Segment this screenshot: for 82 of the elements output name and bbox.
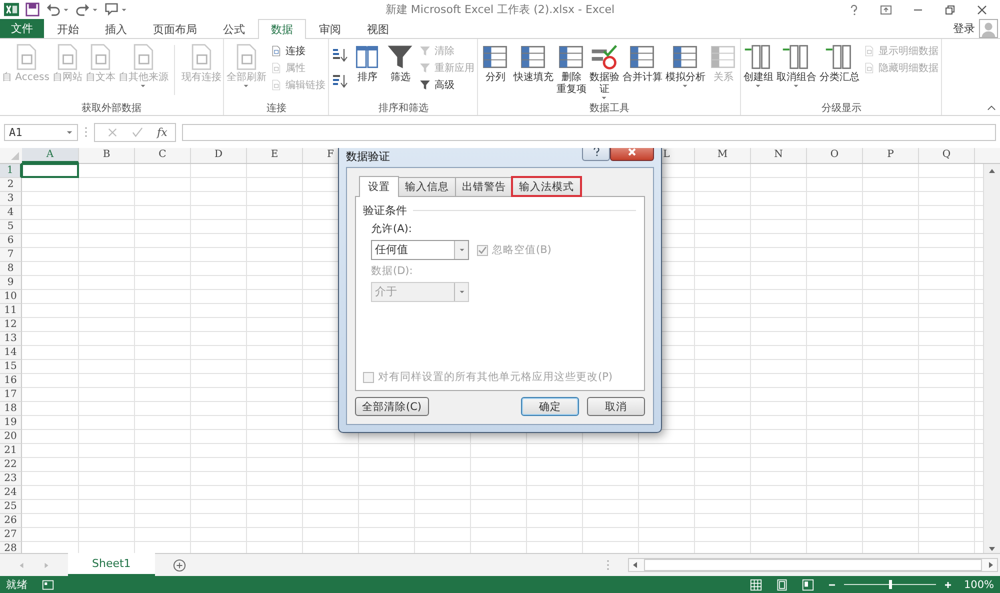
group-label: 连接 <box>265 102 288 115</box>
row-header[interactable]: 1 <box>0 164 22 178</box>
row-header[interactable]: 5 <box>0 220 22 234</box>
row-header[interactable]: 6 <box>0 234 22 248</box>
row-header[interactable]: 15 <box>0 360 22 374</box>
row-header[interactable]: 26 <box>0 514 22 528</box>
row-header[interactable]: 11 <box>0 304 22 318</box>
ribbon-tab[interactable]: 公式 <box>210 19 258 39</box>
ribbon-button[interactable]: 高级 <box>419 77 474 92</box>
group-label: 获取外部数据 <box>80 102 143 115</box>
allow-dropdown[interactable]: 任何值 <box>371 240 469 260</box>
row-header[interactable]: 4 <box>0 206 22 220</box>
ribbon-button[interactable]: 删除 重复项 <box>555 41 588 97</box>
group-label: 分级显示 <box>820 102 862 115</box>
row-header[interactable]: 24 <box>0 486 22 500</box>
sign-in-link[interactable]: 登录 <box>953 21 975 36</box>
ribbon-button[interactable]: 排序 <box>351 41 384 85</box>
dialog-tab[interactable]: 设置 <box>359 176 399 197</box>
dialog-button[interactable]: 取消 <box>587 397 645 416</box>
row-header[interactable]: 23 <box>0 472 22 486</box>
column-header[interactable]: Q <box>919 148 975 163</box>
field-label: 数据(D): <box>371 264 414 278</box>
row-header[interactable]: 16 <box>0 374 22 388</box>
row-header[interactable]: 2 <box>0 178 22 192</box>
row-header[interactable]: 25 <box>0 500 22 514</box>
file-tab[interactable]: 文件 <box>0 19 44 38</box>
status-text: 就绪 <box>6 578 28 592</box>
row-header[interactable]: 18 <box>0 402 22 416</box>
field-label: 允许(A): <box>371 222 413 236</box>
ribbon-tab[interactable]: 开始 <box>44 19 92 39</box>
ribbon-tab[interactable]: 页面布局 <box>140 19 210 39</box>
section-title: 验证条件 <box>363 203 407 218</box>
dialog-button[interactable]: 确定 <box>521 397 579 416</box>
row-header[interactable]: 7 <box>0 248 22 262</box>
ribbon-button[interactable]: 模拟分析 <box>664 41 706 89</box>
row-header[interactable]: 22 <box>0 458 22 472</box>
dialog-tab[interactable]: 输入信息 <box>398 177 456 196</box>
row-header[interactable]: 20 <box>0 430 22 444</box>
ribbon-tab[interactable]: 视图 <box>354 19 402 39</box>
group-label: 排序和筛选 <box>377 102 430 115</box>
column-header[interactable]: E <box>247 148 303 163</box>
column-header[interactable]: P <box>863 148 919 163</box>
row-header[interactable]: 8 <box>0 262 22 276</box>
row-header[interactable]: 9 <box>0 276 22 290</box>
column-header[interactable]: C <box>135 148 191 163</box>
row-header[interactable]: 3 <box>0 192 22 206</box>
row-header[interactable]: 19 <box>0 416 22 430</box>
group-label: 数据工具 <box>588 102 630 115</box>
column-header[interactable]: A <box>22 148 79 163</box>
ribbon-button[interactable]: 筛选 <box>384 41 416 85</box>
zoom-level[interactable]: 100% <box>964 578 994 590</box>
sheet-tab[interactable]: Sheet1 <box>68 553 155 576</box>
ribbon-button[interactable]: 合并计算 <box>621 41 664 85</box>
name-box[interactable]: A1 <box>4 124 78 140</box>
column-header[interactable]: D <box>191 148 247 163</box>
column-header[interactable]: M <box>695 148 751 163</box>
ribbon-button[interactable]: 快速填充 <box>512 41 554 85</box>
dialog-tab[interactable]: 输入法模式 <box>512 177 581 196</box>
row-header[interactable]: 14 <box>0 346 22 360</box>
row-header[interactable]: 17 <box>0 388 22 402</box>
ribbon-button[interactable]: 创建组 <box>742 41 774 89</box>
row-header[interactable]: 13 <box>0 332 22 346</box>
window-title: 新建 Microsoft Excel 工作表 (2).xlsx - Excel <box>385 2 615 17</box>
column-header[interactable]: O <box>807 148 863 163</box>
ribbon-tab[interactable]: 插入 <box>92 19 140 39</box>
row-header[interactable]: 21 <box>0 444 22 458</box>
ribbon-button[interactable]: 取消组合 <box>775 41 818 89</box>
row-header[interactable]: 27 <box>0 528 22 542</box>
ribbon-tab[interactable]: 审阅 <box>306 19 354 39</box>
ribbon-button[interactable]: 数据验 证 <box>588 41 620 101</box>
insert-function-button[interactable]: fx <box>157 126 168 138</box>
ribbon-button[interactable]: 分列 <box>479 41 512 85</box>
row-header[interactable]: 12 <box>0 318 22 332</box>
ribbon-tab[interactable]: 数据 <box>258 19 306 39</box>
column-header[interactable]: N <box>751 148 807 163</box>
column-header[interactable]: B <box>79 148 135 163</box>
ribbon-button[interactable]: 分类汇总 <box>818 41 860 85</box>
row-header[interactable]: 28 <box>0 542 22 553</box>
dialog-tab[interactable]: 出错警告 <box>455 177 513 196</box>
ribbon-button[interactable]: 连接 <box>270 43 326 58</box>
row-header[interactable]: 10 <box>0 290 22 304</box>
dialog-button[interactable]: 全部清除(C) <box>355 397 429 416</box>
